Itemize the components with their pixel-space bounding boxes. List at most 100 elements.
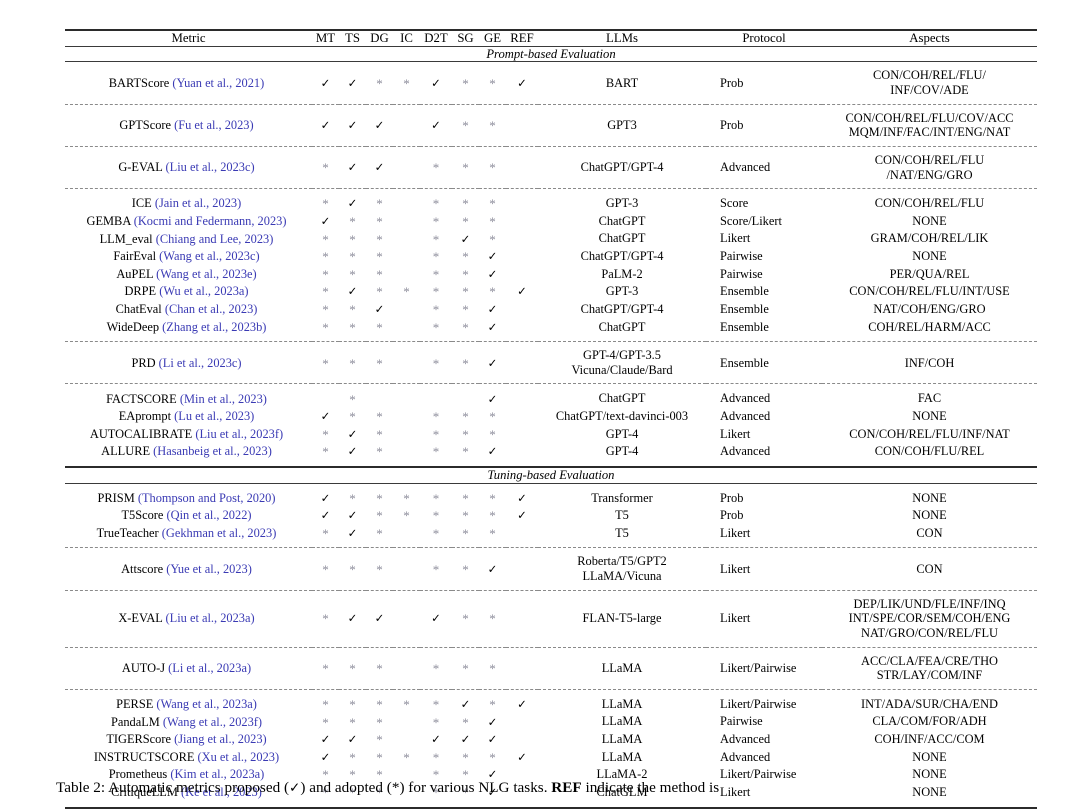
check-icon: ✓ <box>374 160 385 175</box>
asterisk-icon: * <box>462 409 469 425</box>
citation-link[interactable]: (Wang et al., 2023a) <box>156 697 257 711</box>
asterisk-icon: * <box>322 611 329 627</box>
citation-link[interactable]: (Chan et al., 2023) <box>165 302 258 316</box>
cell-dg: * <box>366 342 393 384</box>
cell-ref <box>506 408 538 426</box>
asterisk-icon: * <box>349 355 356 371</box>
asterisk-icon: * <box>349 696 356 712</box>
citation-link[interactable]: (Gekhman et al., 2023) <box>162 526 277 540</box>
cell-ge: ✓ <box>479 342 506 384</box>
cell-ge: * <box>479 147 506 189</box>
cell-dg: * <box>366 713 393 731</box>
citation-link[interactable]: (Yuan et al., 2021) <box>172 76 264 90</box>
metric-name: FairEval <box>113 249 160 264</box>
cell-metric: FairEval (Wang et al., 2023c) <box>65 248 312 266</box>
asterisk-icon: * <box>432 490 440 506</box>
cell-ge: ✓ <box>479 731 506 749</box>
cell-ref: ✓ <box>506 507 538 525</box>
asterisk-icon: * <box>432 249 440 265</box>
citation-link[interactable]: (Wang et al., 2023f) <box>163 715 262 729</box>
cell-llms: GPT-4 <box>605 444 639 459</box>
cell-metric: AuPEL (Wang et al., 2023e) <box>65 265 312 283</box>
citation-link[interactable]: (Thompson and Post, 2020) <box>138 491 276 505</box>
cell-sg: * <box>452 507 479 525</box>
check-icon: ✓ <box>487 714 498 729</box>
cell-protocol: Likert <box>720 525 751 540</box>
citation-link[interactable]: (Qin et al., 2022) <box>167 508 252 522</box>
asterisk-icon: * <box>462 196 469 212</box>
citation-link[interactable]: (Lu et al., 2023) <box>174 409 254 423</box>
citation-link[interactable]: (Liu et al., 2023a) <box>166 611 255 625</box>
cell-ts: ✓ <box>339 425 366 443</box>
check-icon: ✓ <box>347 75 358 90</box>
cell-ge: * <box>479 283 506 301</box>
check-icon: ✓ <box>487 561 498 576</box>
cell-d2t: ✓ <box>420 591 452 647</box>
cell-ref: ✓ <box>506 690 538 713</box>
table-bottom-rule <box>65 806 1037 809</box>
cell-mt: ✓ <box>312 62 339 104</box>
cell-sg: * <box>452 283 479 301</box>
cell-ge: * <box>479 425 506 443</box>
asterisk-icon: * <box>462 426 469 442</box>
caption-suffix: indicate the method is <box>581 779 720 796</box>
cell-d2t: * <box>420 318 452 342</box>
citation-link[interactable]: (Wang et al., 2023e) <box>156 267 257 281</box>
column-header-sg: SG <box>457 31 474 45</box>
citation-link[interactable]: (Yue et al., 2023) <box>166 562 252 576</box>
asterisk-icon: * <box>349 409 356 425</box>
cell-metric: LLM_eval (Chiang and Lee, 2023) <box>65 230 312 248</box>
cell-dg: * <box>366 265 393 283</box>
citation-link[interactable]: (Chiang and Lee, 2023) <box>156 232 274 246</box>
asterisk-icon: * <box>322 355 329 371</box>
asterisk-icon: * <box>432 160 440 176</box>
citation-link[interactable]: (Liu et al., 2023f) <box>195 427 283 441</box>
asterisk-icon: * <box>376 561 383 577</box>
cell-protocol: Pairwise <box>720 714 763 729</box>
citation-link[interactable]: (Wang et al., 2023c) <box>159 249 260 263</box>
asterisk-icon: * <box>376 319 383 335</box>
check-icon: ✓ <box>517 284 527 299</box>
citation-link[interactable]: (Fu et al., 2023) <box>174 118 254 132</box>
column-header-dg: DG <box>370 31 389 45</box>
asterisk-icon: * <box>489 118 496 134</box>
citation-link[interactable]: (Li et al., 2023c) <box>159 356 242 370</box>
table-row: GPTScore (Fu et al., 2023) ✓ ✓ ✓ ✓ * * GPT3 Prob… <box>65 105 1037 147</box>
check-icon: ✓ <box>347 160 358 175</box>
cell-metric: PRISM (Thompson and Post, 2020) <box>65 484 312 507</box>
asterisk-icon: * <box>403 696 410 712</box>
column-header-d2t: D2T <box>424 31 448 45</box>
citation-link[interactable]: (Min et al., 2023) <box>180 392 267 406</box>
metric-name: PRISM <box>97 490 138 505</box>
check-icon: ✓ <box>517 490 527 505</box>
citation-link[interactable]: (Li et al., 2023a) <box>168 661 251 675</box>
citation-link[interactable]: (Liu et al., 2023c) <box>166 160 255 174</box>
metric-name: ALLURE <box>101 444 154 459</box>
citation-link[interactable]: (Xu et al., 2023) <box>198 750 280 764</box>
cell-protocol: Advanced <box>720 409 771 424</box>
cell-ge: * <box>479 484 506 507</box>
table-row: BARTScore (Yuan et al., 2021) ✓ ✓ * * ✓ * * ✓ BAR… <box>65 62 1037 104</box>
citation-link[interactable]: (Zhang et al., 2023b) <box>162 320 266 334</box>
citation-link[interactable]: (Jain et al., 2023) <box>155 196 241 210</box>
citation-link[interactable]: (Kocmi and Federmann, 2023) <box>134 214 287 228</box>
citation-link[interactable]: (Hasanbeig et al., 2023) <box>153 444 272 458</box>
citation-link[interactable]: (Jiang et al., 2023) <box>174 732 267 746</box>
check-icon: ✓ <box>517 696 527 711</box>
asterisk-icon: * <box>349 714 356 730</box>
cell-llms: ChatGPT/GPT-4 <box>580 249 664 264</box>
paper-page: Metric MT TS DG IC D2T SG GE REF LLMs Protocol Aspe… <box>0 0 1080 809</box>
asterisk-icon: * <box>432 284 440 300</box>
cell-ic <box>393 265 420 283</box>
asterisk-icon: * <box>462 118 469 134</box>
cell-llms: LLaMA <box>601 696 643 711</box>
asterisk-icon: * <box>322 426 329 442</box>
metric-name: FACTSCORE <box>106 391 180 406</box>
asterisk-icon: * <box>376 749 383 765</box>
cell-ge: ✓ <box>479 384 506 407</box>
cell-ge: * <box>479 62 506 104</box>
citation-link[interactable]: (Wu et al., 2023a) <box>159 284 248 298</box>
cell-metric: PRD (Li et al., 2023c) <box>65 342 312 384</box>
cell-ref <box>506 548 538 590</box>
asterisk-icon: * <box>462 355 469 371</box>
